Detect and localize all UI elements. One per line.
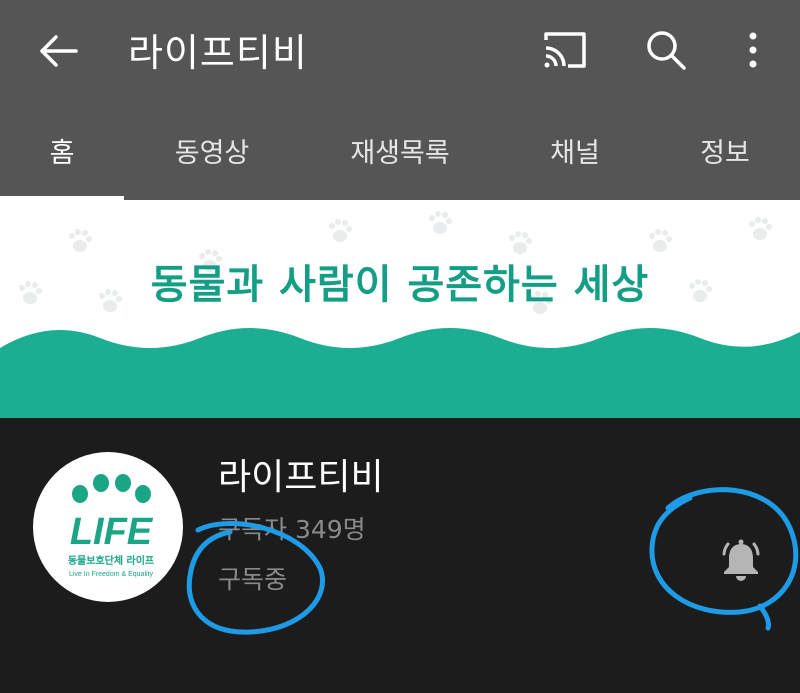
cast-icon[interactable] bbox=[542, 30, 588, 70]
tab-about[interactable]: 정보 bbox=[650, 100, 800, 200]
channel-avatar[interactable]: LIFE 동물보호단체 라이프 Live In Freedom & Equali… bbox=[33, 452, 183, 602]
logo-org-name: 동물보호단체 라이프 bbox=[68, 554, 154, 567]
app-title: 라이프티비 bbox=[128, 31, 308, 75]
teal-wave bbox=[0, 328, 800, 418]
bell-icon[interactable] bbox=[718, 538, 764, 584]
logo-mark: LIFE bbox=[70, 511, 154, 553]
back-arrow-icon[interactable] bbox=[36, 28, 82, 74]
subscribed-status[interactable]: 구독중 bbox=[218, 560, 287, 596]
tab-bar: 홈 동영상 재생목록 채널 정보 bbox=[0, 100, 800, 200]
channel-banner: 동물과 사람이 공존하는 세상 bbox=[0, 200, 800, 418]
life-logo: LIFE 동물보호단체 라이프 Live In Freedom & Equali… bbox=[68, 474, 154, 578]
more-vert-icon[interactable] bbox=[735, 28, 771, 72]
channel-header: LIFE 동물보호단체 라이프 Live In Freedom & Equali… bbox=[0, 418, 800, 693]
app-bar: 라이프티비 bbox=[0, 0, 800, 100]
subscriber-count: 구독자 349명 bbox=[218, 515, 366, 544]
search-icon[interactable] bbox=[644, 28, 688, 72]
tab-home[interactable]: 홈 bbox=[0, 100, 124, 200]
tab-videos[interactable]: 동영상 bbox=[124, 100, 300, 200]
channel-name: 라이프티비 bbox=[218, 457, 384, 498]
logo-tagline: Live In Freedom & Equality bbox=[69, 571, 154, 578]
tab-channels[interactable]: 채널 bbox=[500, 100, 650, 200]
banner-slogan: 동물과 사람이 공존하는 세상 bbox=[150, 262, 650, 308]
tab-playlists[interactable]: 재생목록 bbox=[300, 100, 500, 200]
